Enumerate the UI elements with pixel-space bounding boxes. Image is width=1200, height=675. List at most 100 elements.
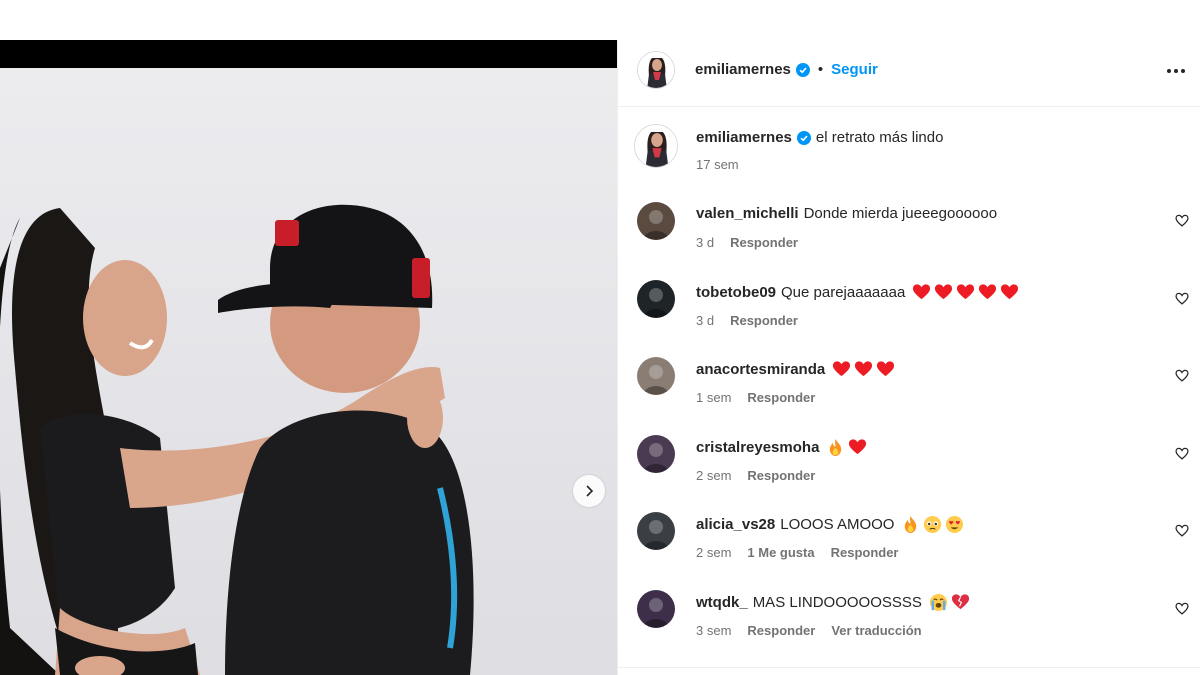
- like-comment-heart-icon[interactable]: [1175, 447, 1189, 461]
- heart-emoji-icon: [912, 283, 931, 302]
- heart-emoji-icon: [876, 360, 895, 379]
- post-photo: [0, 68, 617, 675]
- caption-avatar[interactable]: [634, 124, 678, 168]
- comment-text: LOOOS AMOOO: [780, 516, 895, 533]
- comment-username[interactable]: anacortesmiranda: [696, 361, 825, 378]
- comment-likes-count[interactable]: 1 Me gusta: [747, 545, 814, 560]
- reply-button[interactable]: Responder: [730, 235, 798, 250]
- comment-meta: 3 d Responder: [696, 313, 798, 328]
- reply-button[interactable]: Responder: [831, 545, 899, 560]
- avatar-illustration: [643, 598, 669, 628]
- heart-emoji-icon: [848, 438, 867, 457]
- comment-item: cristalreyesmoha 2 sem Responder: [618, 435, 1200, 505]
- like-comment-heart-icon[interactable]: [1175, 214, 1189, 228]
- author-avatar[interactable]: [637, 51, 675, 89]
- comment-meta: 2 sem Responder: [696, 468, 815, 483]
- more-dot: [1174, 69, 1178, 73]
- emoji-group: [901, 515, 964, 534]
- comment-time: 3 sem: [696, 623, 732, 638]
- caption-username[interactable]: emiliamernes: [696, 129, 792, 146]
- more-options-icon[interactable]: [1163, 58, 1189, 84]
- heart-emoji-icon: [832, 360, 851, 379]
- more-dot: [1181, 69, 1185, 73]
- author-line: emiliamernes • Seguir: [695, 61, 878, 78]
- comment-text: Que parejaaaaaaa: [781, 284, 906, 301]
- post-media: [0, 40, 617, 675]
- avatar-illustration: [643, 365, 669, 395]
- comment-username[interactable]: alicia_vs28: [696, 516, 775, 533]
- post-header: emiliamernes • Seguir: [618, 40, 1200, 107]
- reply-button[interactable]: Responder: [747, 623, 815, 638]
- avatar-illustration: [643, 288, 669, 318]
- comment-line: valen_michelli Donde mierda jueeegoooooo: [696, 205, 997, 222]
- verified-badge-icon: [796, 130, 811, 145]
- emoji-group: [832, 360, 895, 379]
- separator-dot: •: [817, 61, 824, 78]
- commenter-avatar[interactable]: [637, 435, 675, 473]
- comment-username[interactable]: valen_michelli: [696, 205, 799, 222]
- like-comment-heart-icon[interactable]: [1175, 524, 1189, 538]
- comment-line: wtqdk_ MAS LINDOOOOOSSSS: [696, 593, 970, 612]
- emoji-group: [912, 283, 1019, 302]
- commenter-avatar[interactable]: [637, 202, 675, 240]
- post-caption: emiliamernes el retrato más lindo 17 sem: [618, 120, 1200, 180]
- follow-button[interactable]: Seguir: [831, 61, 878, 78]
- avatar-illustration: [643, 443, 669, 473]
- like-comment-heart-icon[interactable]: [1175, 369, 1189, 383]
- comment-time: 3 d: [696, 313, 715, 328]
- next-image-button[interactable]: [573, 475, 605, 507]
- comment-meta: 2 sem 1 Me gusta Responder: [696, 545, 899, 560]
- comment-item: anacortesmiranda 1 sem Responder: [618, 357, 1200, 427]
- broken-heart-emoji-icon: [951, 593, 970, 612]
- comment-time: 2 sem: [696, 468, 732, 483]
- author-username[interactable]: emiliamernes: [695, 61, 791, 78]
- comment-item: valen_michelli Donde mierda jueeegoooooo 3…: [618, 202, 1200, 272]
- like-comment-heart-icon[interactable]: [1175, 602, 1189, 616]
- heart-emoji-icon: [1000, 283, 1019, 302]
- comment-username[interactable]: cristalreyesmoha: [696, 439, 819, 456]
- reply-button[interactable]: Responder: [747, 390, 815, 405]
- post-side-panel: emiliamernes • Seguir emiliamernes el re…: [617, 40, 1200, 675]
- like-comment-heart-icon[interactable]: [1175, 292, 1189, 306]
- heart-emoji-icon: [978, 283, 997, 302]
- emoji-group: [929, 593, 970, 612]
- commenter-avatar[interactable]: [637, 280, 675, 318]
- comment-text: Donde mierda jueeegoooooo: [803, 205, 998, 222]
- comment-meta: 1 sem Responder: [696, 390, 815, 405]
- comment-time: 1 sem: [696, 390, 732, 405]
- comment-item: wtqdk_ MAS LINDOOOOOSSSS 3 sem Responder Ve…: [618, 590, 1200, 660]
- comment-time: 2 sem: [696, 545, 732, 560]
- chevron-right-icon: [586, 485, 594, 497]
- comment-line: cristalreyesmoha: [696, 438, 867, 457]
- heart-emoji-icon: [854, 360, 873, 379]
- heart-eyes-emoji-icon: [945, 515, 964, 534]
- comment-username[interactable]: wtqdk_: [696, 594, 748, 611]
- avatar-illustration: [635, 125, 677, 167]
- fire-emoji-icon: [826, 438, 845, 457]
- comment-meta: 3 d Responder: [696, 235, 798, 250]
- comment-line: anacortesmiranda: [696, 360, 895, 379]
- heart-emoji-icon: [934, 283, 953, 302]
- comment-meta: 3 sem Responder Ver traducción: [696, 623, 922, 638]
- couple-photo-illustration: [0, 204, 474, 675]
- more-dot: [1167, 69, 1171, 73]
- commenter-avatar[interactable]: [637, 590, 675, 628]
- caption-time: 17 sem: [696, 157, 739, 172]
- reply-button[interactable]: Responder: [730, 313, 798, 328]
- comment-item: tobetobe09 Que parejaaaaaaa 3 d Responder: [618, 280, 1200, 350]
- verified-badge-icon: [795, 62, 810, 77]
- avatar-illustration: [643, 520, 669, 550]
- commenter-avatar[interactable]: [637, 357, 675, 395]
- reply-button[interactable]: Responder: [747, 468, 815, 483]
- fire-emoji-icon: [901, 515, 920, 534]
- caption-line: emiliamernes el retrato más lindo: [696, 129, 943, 146]
- commenter-avatar[interactable]: [637, 512, 675, 550]
- pleading-emoji-icon: [923, 515, 942, 534]
- comment-time: 3 d: [696, 235, 715, 250]
- see-translation-button[interactable]: Ver traducción: [831, 623, 921, 638]
- comment-text: MAS LINDOOOOOSSSS: [752, 594, 922, 611]
- avatar-illustration: [638, 52, 674, 88]
- emoji-group: [826, 438, 867, 457]
- crying-emoji-icon: [929, 593, 948, 612]
- comment-username[interactable]: tobetobe09: [696, 284, 776, 301]
